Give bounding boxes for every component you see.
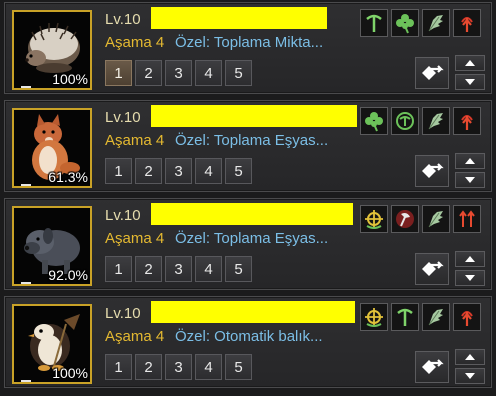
triangle-up-icon [465, 256, 475, 262]
triangle-down-icon [465, 373, 475, 379]
triangle-down-icon [465, 275, 475, 281]
pet-portrait[interactable]: 100% [12, 10, 92, 90]
pet-special-skill: Özel: Toplama Eşyas... [175, 230, 329, 247]
tab-1[interactable]: 1 [105, 158, 132, 184]
clover-icon[interactable] [391, 9, 419, 37]
pet-level: Lv.10 [105, 305, 141, 322]
tab-5[interactable]: 5 [225, 60, 252, 86]
pet-skill-icons [360, 9, 481, 37]
hunger-percent: 61.3% [48, 169, 88, 185]
red-arrow-up-icon[interactable] [453, 303, 481, 331]
pet-skill-icons [360, 303, 481, 331]
share-card-button[interactable] [415, 57, 449, 89]
wing-icon[interactable] [422, 205, 450, 233]
move-up-button[interactable] [455, 55, 485, 71]
crosshair-icon[interactable] [360, 205, 388, 233]
pet-tier: Aşama 4 [105, 230, 165, 247]
card-arrow-icon [422, 65, 444, 80]
pet-special-skill: Özel: Toplama Eşyas... [175, 132, 329, 149]
tab-4[interactable]: 4 [195, 158, 222, 184]
triangle-up-icon [465, 60, 475, 66]
pet-skill-icons [360, 205, 481, 233]
pet-portrait[interactable]: 61.3% [12, 108, 92, 188]
hunger-percent: 100% [52, 365, 88, 381]
tab-5[interactable]: 5 [225, 354, 252, 380]
share-card-button[interactable] [415, 351, 449, 383]
pet-card[interactable]: 61.3% Lv.10 Aşama 4 Özel: Toplama Eşyas.… [4, 100, 492, 192]
tab-3[interactable]: 3 [165, 158, 192, 184]
share-card-button[interactable] [415, 155, 449, 187]
triangle-down-icon [465, 177, 475, 183]
pet-page-tabs: 1 2 3 4 5 [105, 354, 252, 380]
pet-skill-icons [360, 107, 481, 135]
pet-level: Lv.10 [105, 207, 141, 224]
wing-icon[interactable] [422, 107, 450, 135]
pet-tier: Aşama 4 [105, 328, 165, 345]
card-arrow-icon [422, 359, 444, 374]
red-arrow-up-icon[interactable] [453, 107, 481, 135]
pickaxe-icon[interactable] [360, 9, 388, 37]
tab-5[interactable]: 5 [225, 158, 252, 184]
tab-1[interactable]: 1 [105, 60, 132, 86]
move-up-button[interactable] [455, 153, 485, 169]
card-arrow-icon [422, 163, 444, 178]
pet-special-skill: Özel: Toplama Mikta... [175, 34, 324, 51]
pet-page-tabs: 1 2 3 4 5 [105, 60, 252, 86]
move-down-button[interactable] [455, 368, 485, 384]
pet-page-tabs: 1 2 3 4 5 [105, 158, 252, 184]
pet-level: Lv.10 [105, 11, 141, 28]
pet-card[interactable]: 92.0% Lv.10 Aşama 4 Özel: Toplama Eşyas.… [4, 198, 492, 290]
hunger-percent: 92.0% [48, 267, 88, 283]
clover-icon[interactable] [360, 107, 388, 135]
tab-5[interactable]: 5 [225, 256, 252, 282]
pet-tier: Aşama 4 [105, 34, 165, 51]
tab-2[interactable]: 2 [135, 60, 162, 86]
move-up-button[interactable] [455, 251, 485, 267]
circle-pickaxe-icon[interactable] [391, 107, 419, 135]
move-down-button[interactable] [455, 270, 485, 286]
pet-card[interactable]: 100% Lv.10 Aşama 4 Özel: Toplama Mikta..… [4, 2, 492, 94]
pet-portrait[interactable]: 100% [12, 304, 92, 384]
tab-1[interactable]: 1 [105, 354, 132, 380]
pickaxe-icon[interactable] [391, 303, 419, 331]
tab-1[interactable]: 1 [105, 256, 132, 282]
card-arrow-icon [422, 261, 444, 276]
tab-2[interactable]: 2 [135, 354, 162, 380]
move-down-button[interactable] [455, 172, 485, 188]
pet-level: Lv.10 [105, 109, 141, 126]
triangle-up-icon [465, 354, 475, 360]
tab-3[interactable]: 3 [165, 60, 192, 86]
crosshair-icon[interactable] [360, 303, 388, 331]
pet-card[interactable]: 100% Lv.10 Aşama 4 Özel: Otomatik balık.… [4, 296, 492, 388]
wing-icon[interactable] [422, 303, 450, 331]
move-up-button[interactable] [455, 349, 485, 365]
tab-2[interactable]: 2 [135, 256, 162, 282]
red-axe-icon[interactable] [391, 205, 419, 233]
tab-4[interactable]: 4 [195, 60, 222, 86]
tab-2[interactable]: 2 [135, 158, 162, 184]
wing-icon[interactable] [422, 9, 450, 37]
pet-name-redacted [151, 105, 357, 127]
triangle-down-icon [465, 79, 475, 85]
tab-4[interactable]: 4 [195, 256, 222, 282]
pet-tier: Aşama 4 [105, 132, 165, 149]
pet-name-redacted [151, 203, 353, 225]
pet-name-redacted [151, 301, 355, 323]
double-red-arrow-icon[interactable] [453, 205, 481, 233]
hunger-percent: 100% [52, 71, 88, 87]
pet-special-skill: Özel: Otomatik balık... [175, 328, 323, 345]
tab-3[interactable]: 3 [165, 256, 192, 282]
pet-name-redacted [151, 7, 327, 29]
triangle-up-icon [465, 158, 475, 164]
tab-3[interactable]: 3 [165, 354, 192, 380]
share-card-button[interactable] [415, 253, 449, 285]
red-arrow-up-icon[interactable] [453, 9, 481, 37]
tab-4[interactable]: 4 [195, 354, 222, 380]
pet-page-tabs: 1 2 3 4 5 [105, 256, 252, 282]
move-down-button[interactable] [455, 74, 485, 90]
pet-portrait[interactable]: 92.0% [12, 206, 92, 286]
